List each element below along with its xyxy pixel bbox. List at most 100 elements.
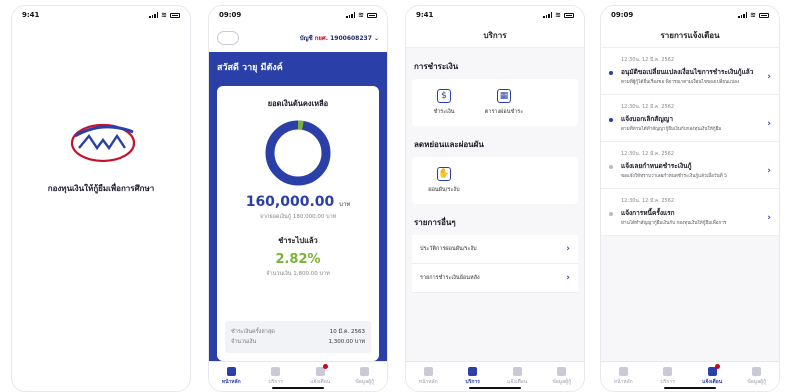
user-icon xyxy=(360,367,370,376)
paid-title: ชำระไปแล้ว xyxy=(278,236,318,245)
tab-home[interactable]: หน้าหลัก xyxy=(605,367,641,386)
section-relief: ลดหย่อนและผ่อนผัน xyxy=(414,140,484,149)
tab-home[interactable]: หน้าหลัก xyxy=(410,367,446,386)
user-icon xyxy=(557,367,567,376)
tab-notify[interactable]: แจ้งเตือน xyxy=(302,364,338,386)
battery-icon xyxy=(564,12,574,18)
battery-icon xyxy=(367,12,377,18)
notifications-screen: 09:09 ≋ รายการแจ้งเตือน 12:30น. 12 มี.ค.… xyxy=(600,5,780,392)
tab-services[interactable]: บริการ xyxy=(455,367,491,386)
service-defer[interactable]: ✋ ผ่อนผัน/ระงับ xyxy=(418,167,470,194)
signal-icon xyxy=(543,12,553,18)
relief-services: ✋ ผ่อนผัน/ระงับ xyxy=(412,157,578,204)
tab-services[interactable]: บริการ xyxy=(258,367,294,386)
splash-screen: 9:41 ≋ กองทุนเงินให้กู้ยืมเพื่อการศึกษา xyxy=(11,5,191,392)
unread-dot xyxy=(609,118,613,122)
home-indicator xyxy=(272,387,324,389)
donut-remaining xyxy=(265,120,331,186)
home-content: สวัสดี วายุ มีตังค์ ยอดเงินต้นคงเหลือ 16… xyxy=(209,52,387,361)
chevron-right-icon: › xyxy=(767,119,771,129)
status-time: 9:41 xyxy=(22,11,40,19)
paid-amount: จำนวนเงิน 1,800.00 บาท xyxy=(266,271,330,277)
services-icon xyxy=(663,367,673,376)
services-screen: 9:41 ≋ บริการ การชำระเงิน $ ชำระเงิน ▦ ตาร… xyxy=(405,5,585,392)
payment-services: $ ชำระเงิน ▦ ตารางผ่อนชำระ xyxy=(412,79,578,126)
section-payment: การชำระเงิน xyxy=(414,62,459,71)
page-title: บริการ xyxy=(406,24,584,48)
wifi-icon: ≋ xyxy=(555,11,561,19)
service-pay[interactable]: $ ชำระเงิน xyxy=(418,89,470,116)
wifi-icon: ≋ xyxy=(750,11,756,19)
status-time: 09:09 xyxy=(219,11,242,19)
chevron-right-icon: › xyxy=(566,273,570,283)
chevron-down-icon: ⌄ xyxy=(373,35,379,42)
notification-item[interactable]: 12:30น. 12 มี.ค. 2562 แจ้งเลยกำหนดชำระเง… xyxy=(601,142,779,189)
kyosor-logo xyxy=(217,31,239,45)
home-icon xyxy=(423,367,433,376)
services-icon xyxy=(468,367,478,376)
notification-dot xyxy=(714,364,720,369)
read-dot xyxy=(609,165,613,169)
status-time: 9:41 xyxy=(416,11,434,19)
showcase: 9:41 ≋ กองทุนเงินให้กู้ยืมเพื่อการศึกษา … xyxy=(0,0,786,392)
wifi-icon: ≋ xyxy=(161,11,167,19)
status-bar: 09:09 ≋ xyxy=(209,6,387,24)
tab-services[interactable]: บริการ xyxy=(650,367,686,386)
battery-icon xyxy=(170,12,180,18)
balance-donut-chart xyxy=(265,120,331,186)
service-schedule[interactable]: ▦ ตารางผ่อนชำระ xyxy=(478,89,530,116)
read-dot xyxy=(609,212,613,216)
bell-icon xyxy=(707,364,720,376)
tab-profile[interactable]: ข้อมูลผู้กู้ xyxy=(544,367,580,386)
signal-icon xyxy=(149,12,159,18)
hand-icon: ✋ xyxy=(437,167,451,181)
balance-amount: 160,000.00 บาท xyxy=(245,194,351,210)
battery-icon xyxy=(759,12,769,18)
balance-subtext: จากยอดเงินกู้ 180,000.00 บาท xyxy=(259,214,337,220)
chevron-right-icon: › xyxy=(767,213,771,223)
balance-card: ยอดเงินต้นคงเหลือ 160,000.00 บาท จากยอดเ… xyxy=(217,86,379,361)
wifi-icon: ≋ xyxy=(358,11,364,19)
notification-item[interactable]: 12:30น. 12 มี.ค. 2562 แจ้งบอกเลิกสัญญา ต… xyxy=(601,95,779,142)
status-bar: 9:41 ≋ xyxy=(12,6,190,24)
tab-profile[interactable]: ข้อมูลผู้กู้ xyxy=(347,367,383,386)
tab-bar: หน้าหลัก บริการ แจ้งเตือน ข้อมูลผู้กู้ xyxy=(209,361,387,391)
item-defer-history[interactable]: ประวัติการผ่อนผัน/ระงับ › xyxy=(412,235,578,264)
home-icon xyxy=(618,367,628,376)
services-icon xyxy=(271,367,281,376)
bell-icon xyxy=(512,367,522,376)
tab-bar: หน้าหลัก บริการ แจ้งเตือน ข้อมูลผู้กู้ xyxy=(406,361,584,391)
tab-bar: หน้าหลัก บริการ แจ้งเตือน ข้อมูลผู้กู้ xyxy=(601,361,779,391)
section-other: รายการอื่นๆ xyxy=(414,218,456,227)
item-payment-history[interactable]: รายการชำระเงินย้อนหลัง › xyxy=(412,264,578,293)
status-bar: 9:41 ≋ xyxy=(406,6,584,24)
paid-percent: 2.82% xyxy=(275,252,321,267)
last-payment-summary: ชำระเงินครั้งล่าสุด 10 มี.ค. 2563 จำนวนเง… xyxy=(225,321,371,353)
kyosor-logo xyxy=(70,123,136,163)
tab-notify[interactable]: แจ้งเตือน xyxy=(694,364,730,386)
unread-dot xyxy=(609,71,613,75)
chevron-right-icon: › xyxy=(566,244,570,254)
tab-home[interactable]: หน้าหลัก xyxy=(213,367,249,386)
greeting: สวัสดี วายุ มีตังค์ xyxy=(217,63,283,73)
notification-item[interactable]: 12:30น. 12 มี.ค. 2562 อนุมัติขอเปลี่ยนแป… xyxy=(601,48,779,95)
account-selector[interactable]: บัญชี กยศ. 1900608237 ⌄ xyxy=(300,33,379,43)
tab-profile[interactable]: ข้อมูลผู้กู้ xyxy=(739,367,775,386)
notification-item[interactable]: 12:30น. 12 มี.ค. 2562 แจ้งการหนี้ครั้งแร… xyxy=(601,189,779,236)
account-header: บัญชี กยศ. 1900608237 ⌄ xyxy=(209,24,387,52)
calendar-table-icon: ▦ xyxy=(497,89,511,103)
chevron-right-icon: › xyxy=(767,72,771,82)
home-indicator xyxy=(469,387,521,389)
signal-icon xyxy=(738,12,748,18)
home-indicator xyxy=(664,387,716,389)
page-title: รายการแจ้งเตือน xyxy=(601,24,779,48)
app-tagline: กองทุนเงินให้กู้ยืมเพื่อการศึกษา xyxy=(47,184,155,193)
status-time: 09:09 xyxy=(611,11,634,19)
notification-dot xyxy=(322,364,328,369)
home-icon xyxy=(226,367,236,376)
tab-notify[interactable]: แจ้งเตือน xyxy=(499,367,535,386)
balance-title: ยอดเงินต้นคงเหลือ xyxy=(267,99,329,108)
user-icon xyxy=(752,367,762,376)
coin-hand-icon: $ xyxy=(437,89,451,103)
signal-icon xyxy=(346,12,356,18)
